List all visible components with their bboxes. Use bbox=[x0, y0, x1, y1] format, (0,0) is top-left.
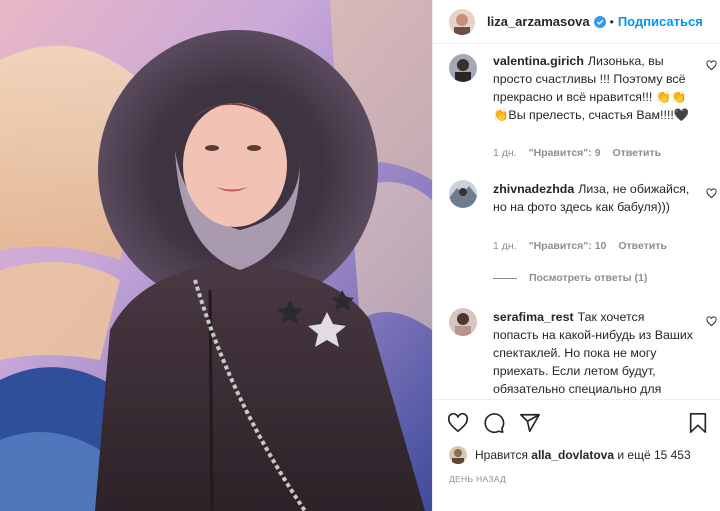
author-username[interactable]: liza_arzamasova bbox=[487, 14, 590, 29]
comment-time: 1 дн. bbox=[493, 240, 517, 252]
post-actions-bar bbox=[433, 400, 720, 444]
comment-text-block: valentina.girich Лизонька, вы просто счас… bbox=[493, 52, 693, 124]
commenter-avatar[interactable] bbox=[449, 54, 477, 82]
comment-time: 1 дн. bbox=[493, 147, 517, 159]
comment-likes[interactable]: "Нравится": 9 bbox=[529, 147, 601, 159]
comment-like-heart-icon[interactable] bbox=[706, 58, 717, 76]
post-sidebar: liza_arzamasova • Подписаться valentina.… bbox=[432, 0, 720, 511]
author-avatar[interactable] bbox=[449, 8, 475, 35]
comment-reply-button[interactable]: Ответить bbox=[613, 147, 662, 159]
share-icon[interactable] bbox=[519, 412, 541, 439]
comment-username[interactable]: valentina.girich bbox=[493, 54, 584, 68]
replies-divider bbox=[493, 277, 517, 279]
follow-button[interactable]: Подписаться bbox=[618, 14, 703, 29]
post-photo[interactable] bbox=[0, 0, 432, 511]
comment-username[interactable]: zhivnadezhda bbox=[493, 182, 574, 196]
comment-icon[interactable] bbox=[483, 412, 505, 439]
comment-username[interactable]: serafima_rest bbox=[493, 310, 574, 324]
comment-text-block: serafima_rest Так хочется попасть на како… bbox=[493, 308, 693, 399]
post-image bbox=[0, 0, 432, 511]
commenter-avatar[interactable] bbox=[449, 180, 477, 208]
view-replies-label: Посмотреть ответы (1) bbox=[529, 272, 648, 284]
post-header: liza_arzamasova • Подписаться bbox=[433, 0, 720, 44]
comment-meta: 1 дн. "Нравится": 9 Ответить bbox=[493, 147, 673, 159]
likes-prefix: Нравится bbox=[475, 448, 528, 462]
comment-text-block: zhivnadezhda Лиза, не обижайся, но на фот… bbox=[493, 180, 693, 216]
comment-item: valentina.girich Лизонька, вы просто счас… bbox=[449, 52, 719, 172]
verified-badge-icon bbox=[593, 15, 606, 28]
comment-item: serafima_rest Так хочется попасть на како… bbox=[449, 308, 719, 399]
view-replies-button[interactable]: Посмотреть ответы (1) bbox=[493, 272, 647, 284]
likes-summary: Нравится alla_dovlatova и ещё 15 453 bbox=[449, 444, 691, 466]
comments-list[interactable]: valentina.girich Лизонька, вы просто счас… bbox=[433, 44, 720, 400]
comment-meta: 1 дн. "Нравится": 10 Ответить bbox=[493, 240, 679, 252]
bookmark-icon[interactable] bbox=[687, 412, 709, 439]
liker-avatar[interactable] bbox=[449, 446, 467, 464]
heart-icon[interactable] bbox=[447, 412, 469, 439]
comment-likes[interactable]: "Нравится": 10 bbox=[529, 240, 607, 252]
comment-reply-button[interactable]: Ответить bbox=[618, 240, 667, 252]
likes-count[interactable]: и ещё 15 453 bbox=[617, 448, 690, 462]
post-time-ago[interactable]: ДЕНЬ НАЗАД bbox=[449, 474, 506, 484]
comment-like-heart-icon[interactable] bbox=[706, 186, 717, 204]
comment-like-heart-icon[interactable] bbox=[706, 314, 717, 332]
commenter-avatar[interactable] bbox=[449, 308, 477, 336]
header-separator: • bbox=[609, 14, 614, 29]
liker-username[interactable]: alla_dovlatova bbox=[531, 448, 614, 462]
